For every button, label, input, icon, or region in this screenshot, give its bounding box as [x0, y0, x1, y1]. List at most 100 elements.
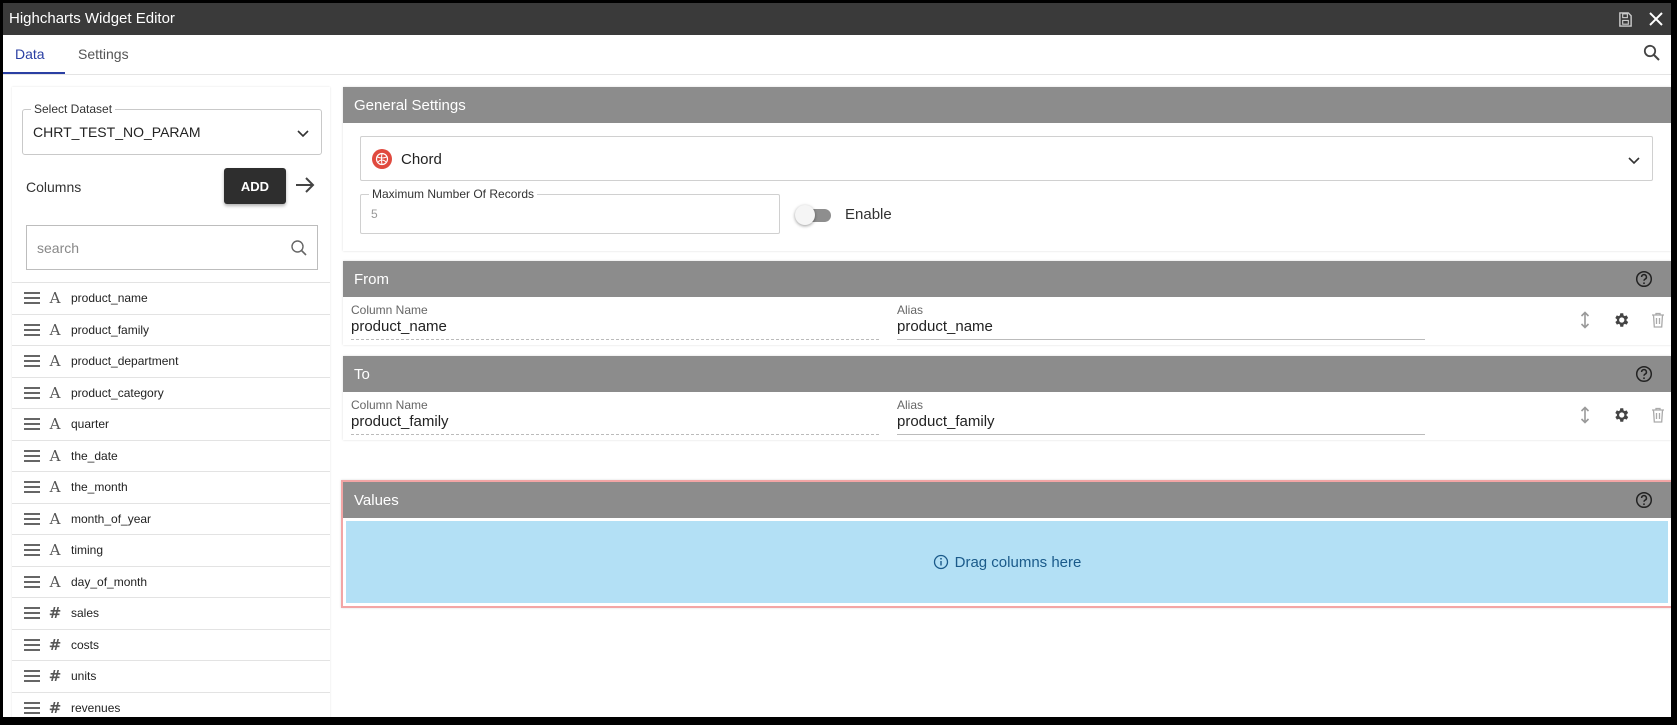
- column-name-label: Column Name: [351, 303, 428, 317]
- column-name: day_of_month: [71, 574, 148, 589]
- gear-icon[interactable]: [1612, 406, 1630, 424]
- tab-settings[interactable]: Settings: [78, 46, 129, 62]
- dataset-select-label: Select Dataset: [31, 102, 116, 116]
- columns-panel: Select Dataset CHRT_TEST_NO_PARAM Column…: [12, 87, 330, 717]
- column-list-item[interactable]: # units: [12, 660, 330, 692]
- column-name: product_family: [71, 322, 150, 337]
- column-list-item[interactable]: Aday_of_month: [12, 565, 330, 598]
- drag-handle-icon[interactable]: [24, 607, 40, 620]
- drag-handle-icon[interactable]: [24, 386, 40, 399]
- from-title: From: [354, 270, 389, 288]
- column-name: sales: [71, 606, 100, 621]
- columns-heading: Columns: [26, 179, 82, 195]
- column-name: costs: [71, 637, 100, 652]
- dataset-select-value: CHRT_TEST_NO_PARAM: [33, 124, 201, 140]
- column-search-input[interactable]: search: [26, 225, 318, 270]
- drag-handle-icon[interactable]: [24, 481, 40, 494]
- text-type-icon: A: [49, 320, 61, 339]
- drag-handle-icon[interactable]: [24, 292, 40, 305]
- from-panel: From Column Name product_name Alias prod…: [343, 261, 1671, 345]
- to-panel: To Column Name product_family Alias prod…: [343, 356, 1671, 440]
- column-name: revenues: [71, 700, 121, 715]
- drag-handle-icon[interactable]: [24, 670, 40, 683]
- chart-type-value: Chord: [401, 151, 442, 168]
- alias-label: Alias: [897, 303, 924, 317]
- enable-toggle-label: Enable: [845, 206, 892, 223]
- dataset-select[interactable]: Select Dataset CHRT_TEST_NO_PARAM: [22, 102, 322, 155]
- to-alias-field[interactable]: Alias product_family: [889, 398, 1425, 435]
- column-name: month_of_year: [71, 511, 152, 526]
- drag-handle-icon[interactable]: [24, 544, 40, 557]
- drag-handle-icon[interactable]: [24, 512, 40, 525]
- column-list-item[interactable]: # sales: [12, 597, 330, 629]
- dropzone-text: Drag columns here: [954, 553, 1082, 571]
- chart-type-select[interactable]: Chord: [360, 136, 1653, 181]
- text-type-icon: A: [49, 383, 61, 402]
- max-records-value: 5: [371, 207, 378, 221]
- enable-toggle[interactable]: [795, 205, 835, 225]
- column-list-item[interactable]: Aproduct_name: [12, 282, 330, 314]
- column-list-item[interactable]: Atiming: [12, 534, 330, 566]
- column-list-item[interactable]: # costs: [12, 628, 330, 661]
- drag-handle-icon[interactable]: [24, 418, 40, 431]
- column-list-item[interactable]: # revenues: [12, 691, 330, 718]
- arrow-right-icon[interactable]: [294, 175, 316, 195]
- trash-icon[interactable]: [1649, 311, 1667, 329]
- column-list: Aproduct_name Aproduct_family Aproduct_dep…: [12, 282, 330, 717]
- help-icon[interactable]: [1635, 365, 1653, 383]
- drag-handle-icon[interactable]: [24, 701, 40, 714]
- gear-icon[interactable]: [1612, 311, 1630, 329]
- search-icon[interactable]: [1643, 44, 1663, 64]
- help-icon[interactable]: [1635, 270, 1653, 288]
- to-column-name-field[interactable]: Column Name product_family: [343, 398, 879, 435]
- column-name: the_date: [71, 448, 118, 463]
- window-title: Highcharts Widget Editor: [9, 10, 175, 27]
- trash-icon[interactable]: [1649, 406, 1667, 424]
- text-type-icon: A: [49, 289, 61, 308]
- column-list-item[interactable]: Aproduct_category: [12, 376, 330, 409]
- add-button[interactable]: ADD: [224, 168, 286, 204]
- column-name-value: product_family: [351, 413, 449, 430]
- column-list-item[interactable]: Aproduct_department: [12, 345, 330, 377]
- tab-bar: Data Settings: [3, 35, 1671, 75]
- to-header: To: [343, 356, 1671, 392]
- search-icon: [290, 239, 308, 257]
- text-type-icon: A: [49, 415, 61, 434]
- column-name: product_department: [71, 354, 179, 369]
- column-list-item[interactable]: Athe_month: [12, 471, 330, 503]
- sort-icon[interactable]: [1576, 311, 1594, 329]
- values-dropzone[interactable]: Drag columns here: [346, 521, 1668, 603]
- save-icon[interactable]: [1616, 10, 1634, 28]
- help-icon[interactable]: [1635, 491, 1653, 509]
- column-name: units: [71, 669, 97, 684]
- text-type-icon: A: [49, 352, 61, 371]
- column-list-item[interactable]: Athe_date: [12, 439, 330, 472]
- drag-handle-icon[interactable]: [24, 575, 40, 588]
- column-search-placeholder: search: [37, 240, 80, 256]
- chevron-down-icon: [295, 125, 311, 141]
- title-bar: Highcharts Widget Editor: [3, 3, 1671, 35]
- sort-icon[interactable]: [1576, 406, 1594, 424]
- drag-handle-icon[interactable]: [24, 449, 40, 462]
- from-column-name-field[interactable]: Column Name product_name: [343, 303, 879, 340]
- text-type-icon: A: [49, 572, 61, 591]
- close-icon[interactable]: [1647, 10, 1665, 28]
- text-type-icon: A: [49, 478, 61, 497]
- tab-data[interactable]: Data: [15, 46, 45, 62]
- drag-handle-icon[interactable]: [24, 323, 40, 336]
- column-list-item[interactable]: Aproduct_family: [12, 313, 330, 346]
- general-settings-title: General Settings: [354, 96, 466, 114]
- column-list-item[interactable]: Aquarter: [12, 408, 330, 440]
- column-list-item[interactable]: Amonth_of_year: [12, 502, 330, 535]
- column-name: product_category: [71, 385, 164, 400]
- drag-handle-icon[interactable]: [24, 638, 40, 651]
- column-name-value: product_name: [351, 318, 447, 335]
- active-tab-indicator: [3, 72, 65, 74]
- chevron-down-icon: [1626, 152, 1642, 168]
- text-type-icon: A: [49, 541, 61, 560]
- max-records-field[interactable]: Maximum Number Of Records 5: [360, 187, 780, 234]
- from-alias-field[interactable]: Alias product_name: [889, 303, 1425, 340]
- column-name: the_month: [71, 480, 128, 495]
- to-title: To: [354, 365, 370, 383]
- drag-handle-icon[interactable]: [24, 355, 40, 368]
